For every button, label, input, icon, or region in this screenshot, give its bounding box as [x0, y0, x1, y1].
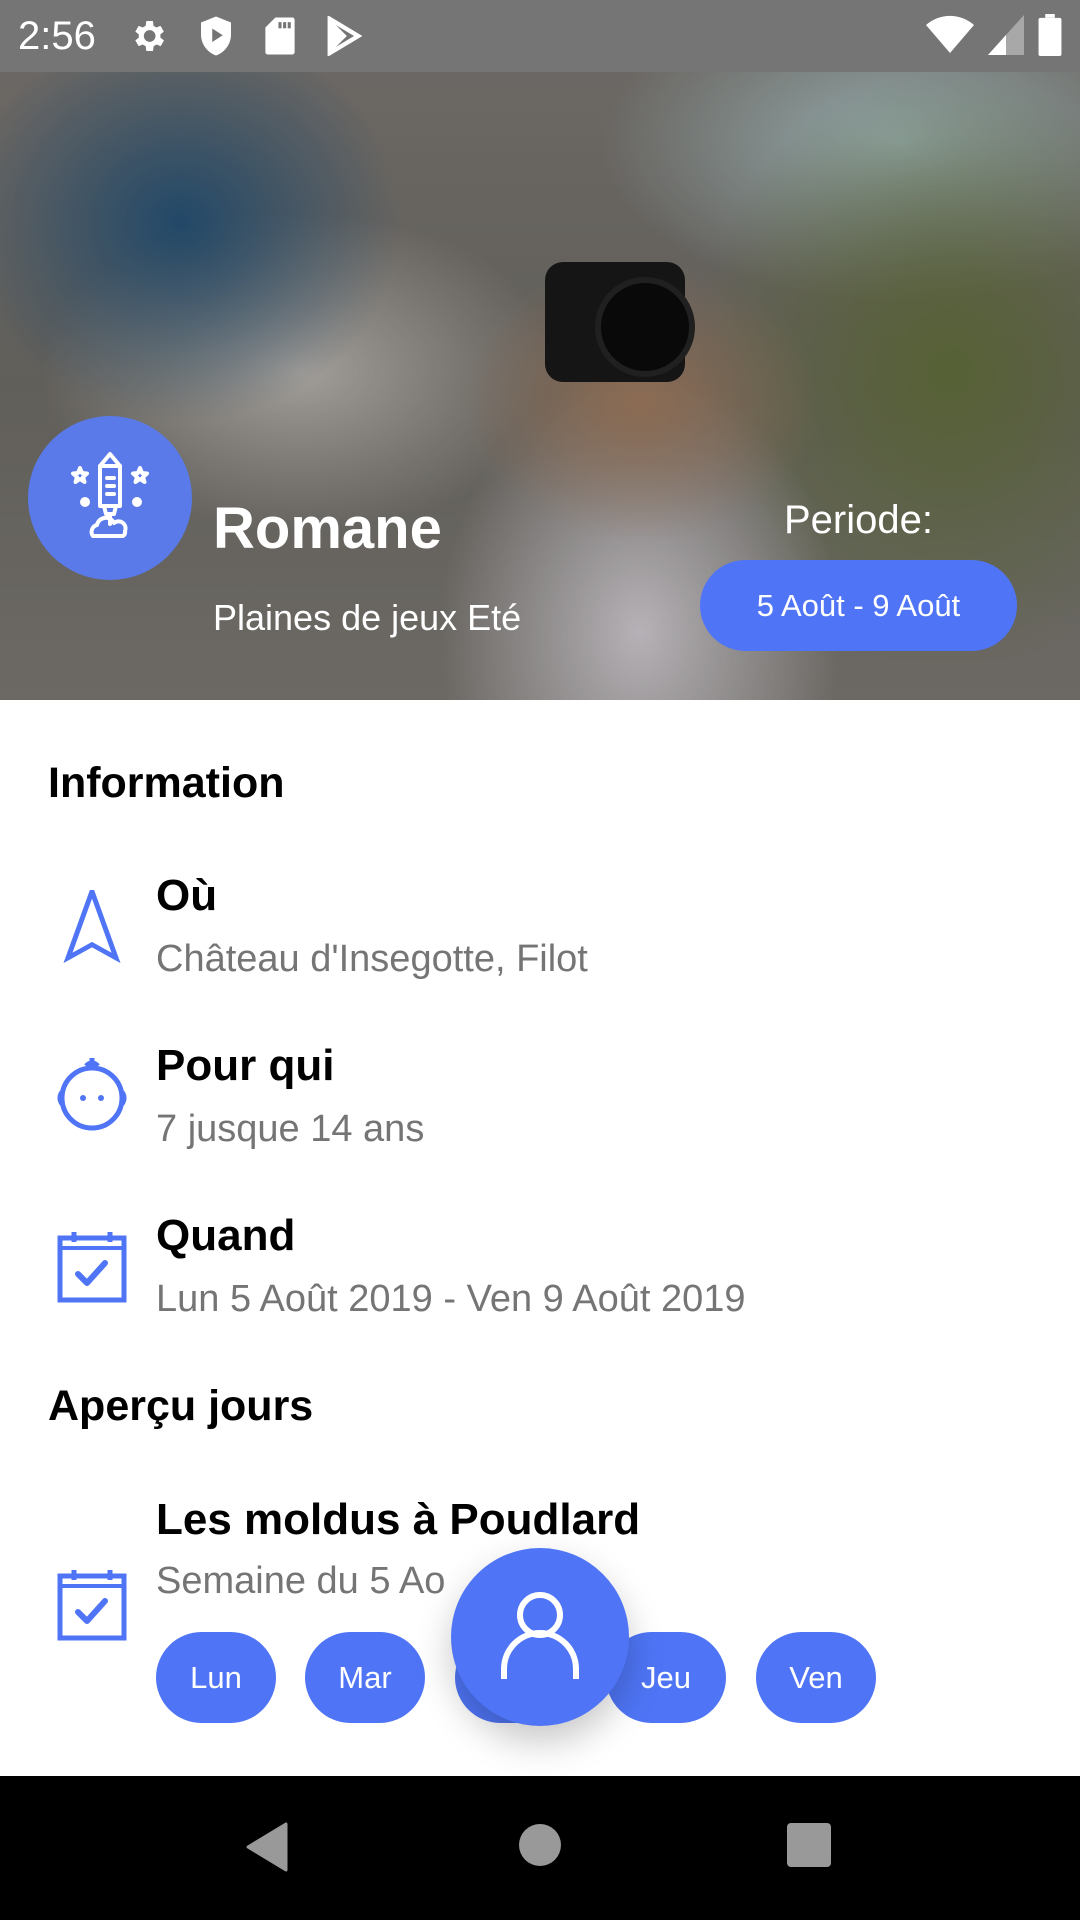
info-label: Pour qui	[156, 1041, 335, 1090]
info-value: Château d'Insegotte, Filot	[156, 938, 588, 980]
day-button-mar[interactable]: Mar	[305, 1632, 425, 1723]
sd-card-icon	[264, 16, 296, 56]
period-button[interactable]: 5 Août - 9 Août	[700, 560, 1017, 651]
activity-subtitle: Plaines de jeux Eté	[213, 597, 522, 638]
info-row-for-whom: Pour qui 7 jusque 14 ans	[0, 1040, 1080, 1180]
info-label: Quand	[156, 1211, 296, 1260]
status-bar: 2:56	[0, 0, 1080, 72]
calendar-check-icon	[52, 1564, 132, 1644]
information-title: Information	[48, 759, 285, 807]
navigation-arrow-icon	[52, 884, 132, 970]
recents-icon[interactable]	[786, 1822, 832, 1873]
info-row-where: Où Château d'Insegotte, Filot	[0, 870, 1080, 1010]
gear-icon	[128, 16, 168, 56]
info-value: Lun 5 Août 2019 - Ven 9 Août 2019	[156, 1278, 746, 1320]
apercu-title: Aperçu jours	[48, 1382, 314, 1430]
rocket-icon	[65, 446, 155, 551]
info-label: Où	[156, 871, 218, 920]
week-subtitle: Semaine du 5 Ao	[156, 1560, 446, 1602]
profile-fab[interactable]	[451, 1548, 629, 1726]
day-button-lun[interactable]: Lun	[156, 1632, 276, 1723]
cell-signal-icon	[988, 15, 1024, 55]
calendar-check-icon	[52, 1226, 132, 1306]
user-icon	[498, 1589, 582, 1686]
activity-title: Romane	[213, 496, 442, 561]
shield-play-icon	[198, 15, 234, 57]
back-icon[interactable]	[244, 1822, 288, 1877]
home-icon[interactable]	[519, 1822, 561, 1873]
info-value: 7 jusque 14 ans	[156, 1108, 425, 1150]
navigation-bar	[0, 1776, 1080, 1920]
status-time: 2:56	[18, 13, 96, 58]
period-label: Periode:	[784, 498, 933, 542]
avatar	[28, 416, 192, 580]
battery-icon	[1038, 14, 1062, 56]
day-button-ven[interactable]: Ven	[756, 1632, 876, 1723]
baby-face-icon	[52, 1052, 132, 1132]
week-title: Les moldus à Poudlard	[156, 1495, 641, 1544]
info-row-when: Quand Lun 5 Août 2019 - Ven 9 Août 2019	[0, 1210, 1080, 1350]
play-store-icon	[326, 16, 362, 56]
wifi-icon	[926, 15, 974, 55]
